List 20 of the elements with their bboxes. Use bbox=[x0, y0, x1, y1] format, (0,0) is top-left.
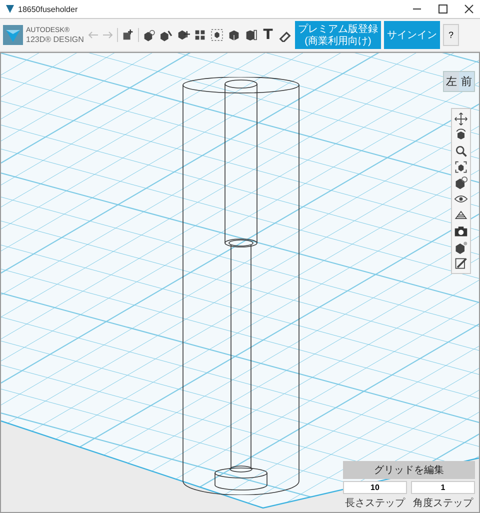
angle-step-field[interactable]: 1 bbox=[411, 481, 475, 494]
cube-front-face[interactable]: 前 bbox=[459, 72, 474, 91]
edit-icon[interactable] bbox=[454, 256, 468, 270]
cube-left-face[interactable]: 左 bbox=[444, 72, 459, 91]
zoom-icon[interactable] bbox=[454, 144, 468, 158]
orbit-icon[interactable] bbox=[454, 128, 468, 142]
length-step-label: 長さステップ bbox=[344, 496, 406, 510]
window-title: 18650fuseholder bbox=[18, 4, 79, 14]
camera-icon[interactable] bbox=[454, 224, 468, 238]
pattern-tool-icon[interactable] bbox=[193, 28, 207, 42]
fit-icon[interactable] bbox=[454, 160, 468, 174]
angle-step-label: 角度ステップ bbox=[412, 496, 474, 510]
view-cube[interactable]: 左 前 bbox=[443, 71, 475, 92]
edit-grid-button[interactable]: グリッドを編集 bbox=[343, 461, 475, 479]
pan-icon[interactable] bbox=[454, 112, 468, 126]
length-step-field[interactable]: 10 bbox=[343, 481, 407, 494]
help-button[interactable]: ? bbox=[443, 24, 459, 46]
text-tool[interactable]: T bbox=[261, 27, 275, 43]
product-name: 123D® DESIGN bbox=[26, 35, 84, 44]
app-logo-icon bbox=[6, 5, 14, 13]
